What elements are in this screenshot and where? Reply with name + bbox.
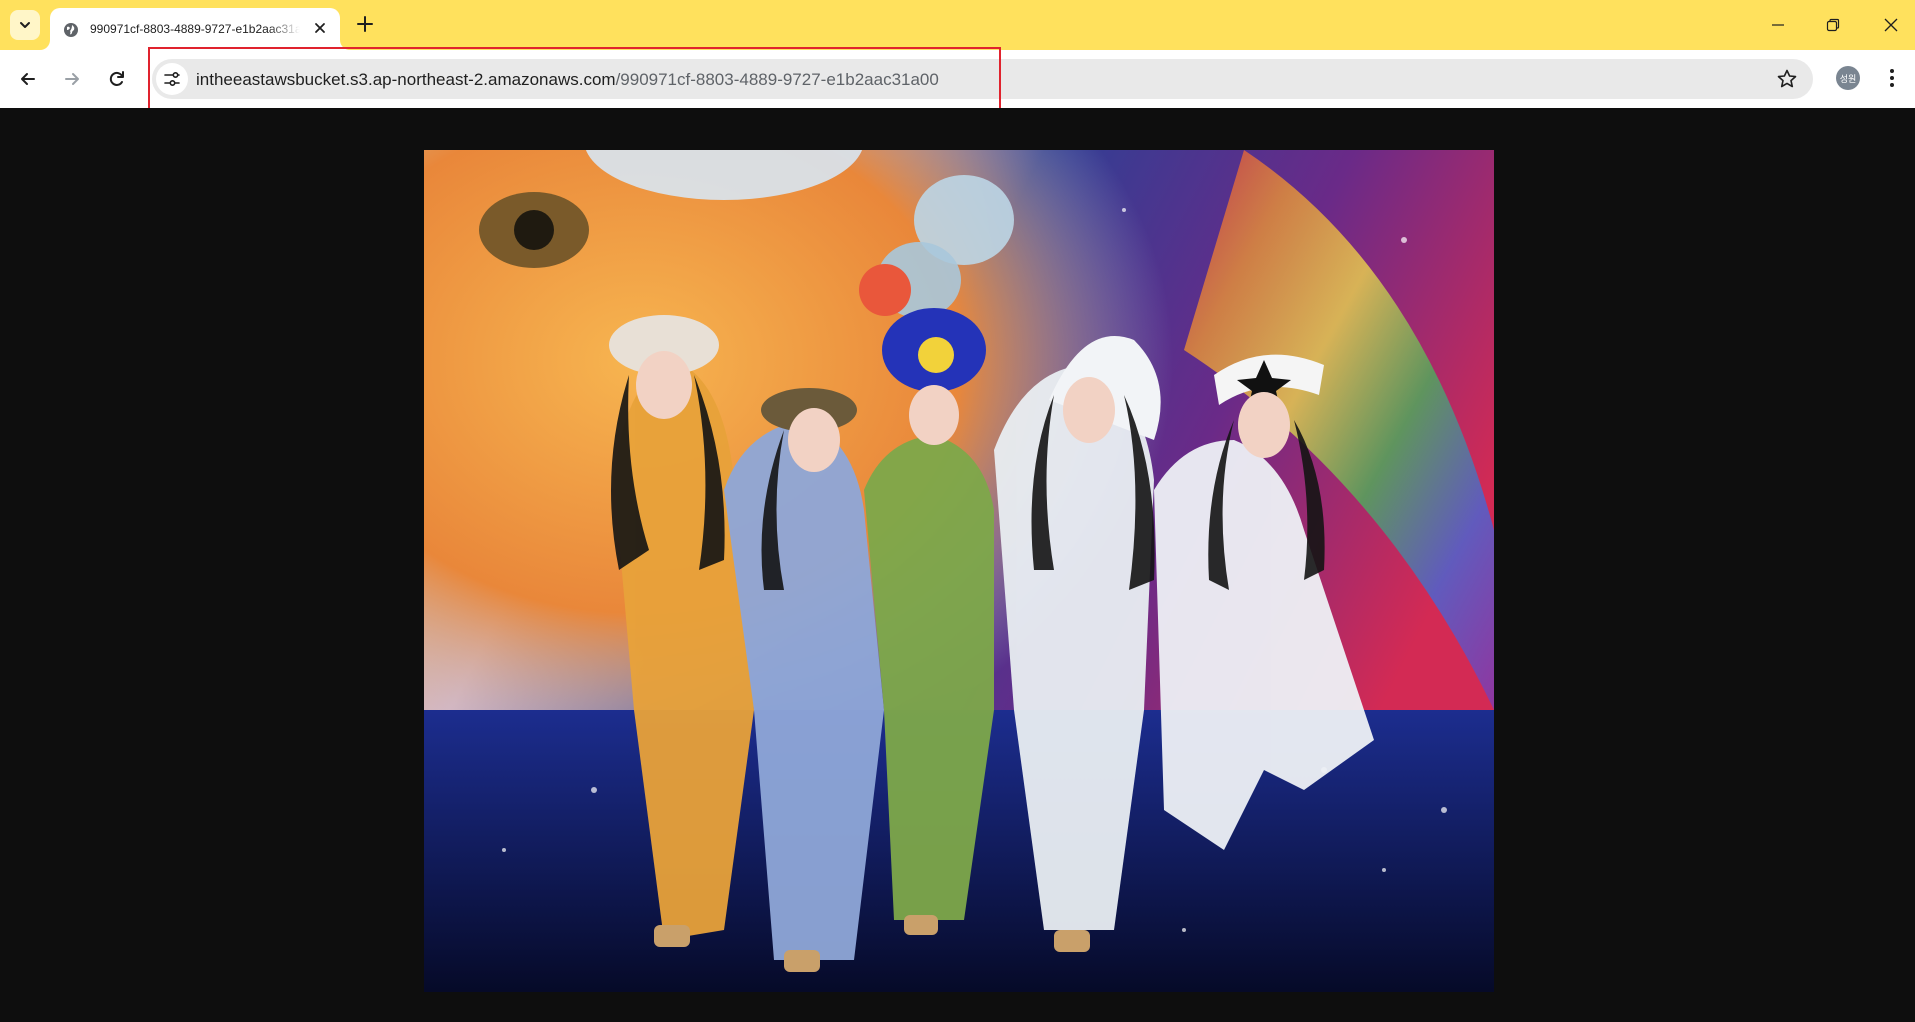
page-content xyxy=(0,108,1915,1022)
minimize-icon xyxy=(1772,24,1784,26)
restore-button[interactable] xyxy=(1810,10,1856,40)
minimize-button[interactable] xyxy=(1755,10,1801,40)
address-bar[interactable]: intheeastawsbucket.s3.ap-northeast-2.ama… xyxy=(152,59,1813,99)
window-close-button[interactable] xyxy=(1868,10,1914,40)
displayed-image[interactable] xyxy=(424,150,1494,992)
tune-icon xyxy=(164,71,180,87)
arrow-right-icon xyxy=(65,73,79,85)
tab-active[interactable]: 990971cf-8803-4889-9727-e1b2aac31a00 xyxy=(50,8,340,50)
more-vert-icon xyxy=(1890,69,1894,87)
browser-window: 990971cf-8803-4889-9727-e1b2aac31a00 int… xyxy=(0,0,1915,1022)
toolbar: intheeastawsbucket.s3.ap-northeast-2.ama… xyxy=(0,50,1915,108)
restore-icon xyxy=(1826,18,1840,32)
url-host: intheeastawsbucket.s3.ap-northeast-2.ama… xyxy=(196,70,616,89)
tab-search-button[interactable] xyxy=(10,10,40,40)
url-path: /990971cf-8803-4889-9727-e1b2aac31a00 xyxy=(615,70,939,89)
new-tab-plus-icon[interactable] xyxy=(355,14,375,34)
tab-title: 990971cf-8803-4889-9727-e1b2aac31a00 xyxy=(90,22,300,36)
profile-initials: 성원 xyxy=(1839,73,1857,84)
arrow-left-icon xyxy=(21,73,35,85)
profile-avatar[interactable]: 성원 xyxy=(1836,66,1860,90)
back-button[interactable] xyxy=(14,65,42,93)
menu-button[interactable] xyxy=(1880,66,1904,90)
forward-button[interactable] xyxy=(58,65,86,93)
star-icon[interactable] xyxy=(1776,68,1798,90)
close-icon[interactable] xyxy=(312,20,328,36)
reload-icon xyxy=(109,71,124,86)
globe-icon xyxy=(64,23,78,37)
site-info-button[interactable] xyxy=(156,63,188,95)
close-icon xyxy=(1884,18,1898,32)
url-text[interactable]: intheeastawsbucket.s3.ap-northeast-2.ama… xyxy=(196,70,939,90)
reload-button[interactable] xyxy=(103,65,131,93)
chevron-down-icon xyxy=(20,22,30,28)
photo-illustration xyxy=(424,150,1494,992)
tab-strip: 990971cf-8803-4889-9727-e1b2aac31a00 xyxy=(0,0,1915,50)
